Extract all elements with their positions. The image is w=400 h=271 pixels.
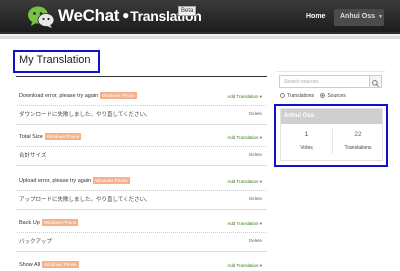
- source-string: Download error, please try again: [19, 93, 99, 99]
- translation-text: バックアップ: [19, 239, 53, 245]
- translation-text: アップロードに失敗しました。やり直してください。: [19, 197, 151, 203]
- wechat-logo-icon[interactable]: [27, 5, 55, 29]
- add-translation-button[interactable]: Add Translation ▾: [227, 94, 262, 100]
- nav-home-link[interactable]: Home: [306, 13, 325, 20]
- divider: [17, 190, 266, 191]
- divider: [16, 251, 267, 252]
- delete-link[interactable]: Delete: [249, 238, 262, 243]
- translation-text: 合計サイズ: [19, 153, 47, 159]
- translations-count: 22: [354, 131, 362, 138]
- platform-tag: Windows Phone: [42, 261, 79, 268]
- divider: [16, 124, 267, 125]
- brand-name: WeChat: [58, 6, 120, 25]
- radio-sources-label: Sources: [327, 93, 346, 99]
- search-field[interactable]: Search sources: [279, 75, 382, 88]
- source-string: Show All: [19, 262, 41, 268]
- divider: [16, 209, 267, 210]
- radio-translations-label: Translations: [287, 93, 315, 99]
- platform-tag: Windows Phone: [93, 177, 130, 184]
- platform-tag: Windows Phone: [44, 133, 82, 140]
- source-string: Upload error, please try again: [19, 178, 92, 184]
- search-button[interactable]: [369, 76, 381, 87]
- divider: [17, 232, 266, 233]
- radio-translations[interactable]: Translations: [280, 93, 314, 99]
- platform-tag: Windows Phone: [100, 92, 137, 99]
- beta-badge: Beta: [178, 6, 197, 16]
- sidebar-divider: [277, 71, 385, 72]
- add-translation-button[interactable]: Add Translation ▾: [227, 179, 262, 185]
- add-translation-button[interactable]: Add Translation ▾: [227, 221, 262, 227]
- search-input[interactable]: Search sources: [284, 79, 319, 85]
- delete-link[interactable]: Delete: [249, 111, 262, 116]
- user-menu-button[interactable]: Anhui Oss ▼: [334, 9, 384, 26]
- source-string: Back Up: [19, 220, 40, 226]
- radio-button-selected-icon: [320, 93, 326, 98]
- votes-stat: 1 Votes: [281, 129, 332, 151]
- page-title: My Translation: [19, 54, 91, 66]
- delete-link[interactable]: Delete: [249, 152, 262, 157]
- add-translation-button[interactable]: Add Translation ▾: [227, 135, 262, 141]
- user-name: Anhui Oss: [340, 13, 376, 20]
- chevron-down-icon: ▼: [378, 14, 383, 20]
- translations-stat: 22 Translations: [332, 129, 383, 154]
- platform-tag: Windows Phone: [41, 219, 79, 226]
- radio-button-icon: [280, 93, 285, 98]
- votes-label: Votes: [300, 145, 313, 151]
- title-divider: [16, 76, 267, 77]
- radio-sources[interactable]: Sources: [320, 93, 346, 99]
- add-translation-button[interactable]: Add Translation ▾: [227, 263, 262, 269]
- votes-count: 1: [304, 131, 309, 138]
- translations-label: Translations: [344, 145, 372, 151]
- divider: [17, 146, 266, 147]
- divider: [17, 105, 266, 106]
- user-stats-card: Anhui Oss 1 Votes 22 Translations: [280, 108, 383, 161]
- translation-text: ダウンロードに失敗しました。やり直してください。: [19, 112, 151, 118]
- top-header: WeChat ●Translation Beta Home Anhui Oss ▼: [0, 0, 400, 34]
- divider: [16, 165, 267, 166]
- stats-user-name: Anhui Oss: [281, 109, 382, 124]
- search-scope-radios: Translations Sources: [280, 93, 346, 99]
- source-string: Total Size: [19, 134, 43, 140]
- brand-dot-icon: ●: [122, 8, 130, 22]
- delete-link[interactable]: Delete: [249, 196, 262, 201]
- search-icon: [372, 80, 379, 87]
